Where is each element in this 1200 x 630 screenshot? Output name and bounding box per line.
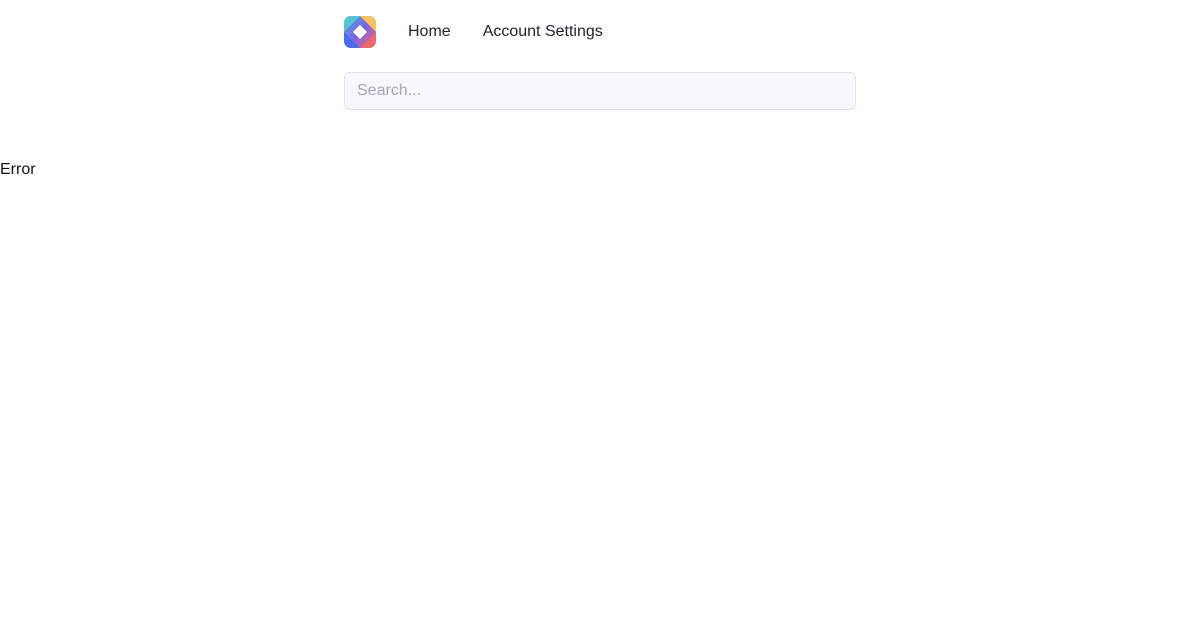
nav-home-link[interactable]: Home xyxy=(408,16,451,48)
search-input[interactable] xyxy=(344,72,856,110)
error-message: Error xyxy=(0,161,36,178)
nav-account-settings-link[interactable]: Account Settings xyxy=(483,16,603,48)
search-bar xyxy=(344,72,856,110)
top-navigation: Home Account Settings xyxy=(344,16,603,48)
app-logo-icon[interactable] xyxy=(344,16,376,48)
page: Home Account Settings Error xyxy=(0,0,1200,630)
